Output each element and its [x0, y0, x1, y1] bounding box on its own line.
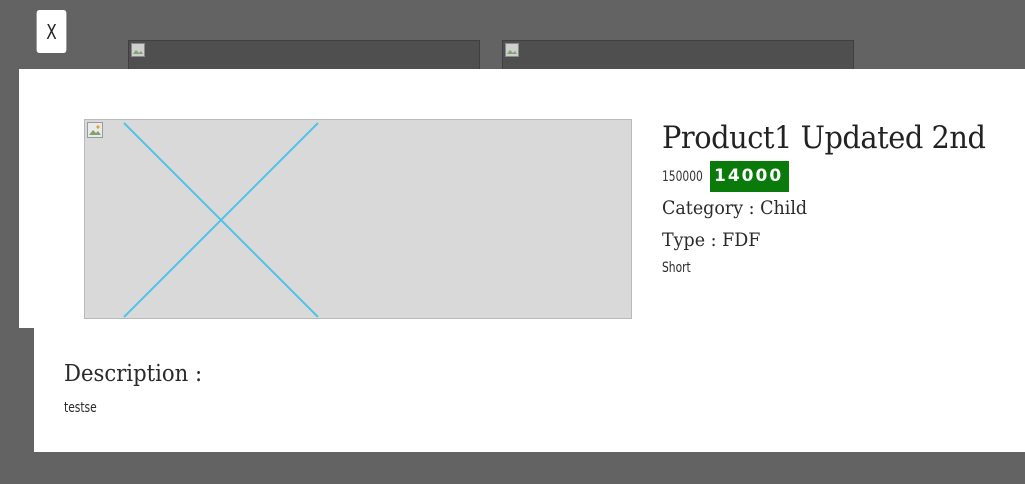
product-type: Type : FDF	[662, 229, 761, 251]
broken-image-icon	[505, 43, 519, 57]
description-text: testse	[64, 400, 97, 416]
product-info: Product1 Updated 2nd 150000 14000 Catego…	[662, 118, 1022, 276]
price-row: 150000 14000	[662, 161, 1022, 192]
broken-image-icon	[87, 122, 103, 138]
modal-panel-description-area	[34, 328, 1025, 452]
original-price: 150000	[662, 168, 703, 185]
product-title: Product1 Updated 2nd	[662, 120, 986, 156]
image-placeholder-cross	[123, 122, 319, 318]
product-image	[84, 119, 632, 319]
description-heading: Description :	[64, 361, 203, 387]
broken-image-icon	[131, 43, 145, 57]
short-description: Short	[662, 260, 691, 276]
close-modal-button[interactable]: X	[36, 10, 67, 53]
product-category: Category : Child	[662, 197, 808, 219]
sale-price-badge: 14000	[710, 161, 790, 192]
background-product-thumbnail	[502, 40, 854, 70]
background-product-thumbnail	[128, 40, 480, 70]
